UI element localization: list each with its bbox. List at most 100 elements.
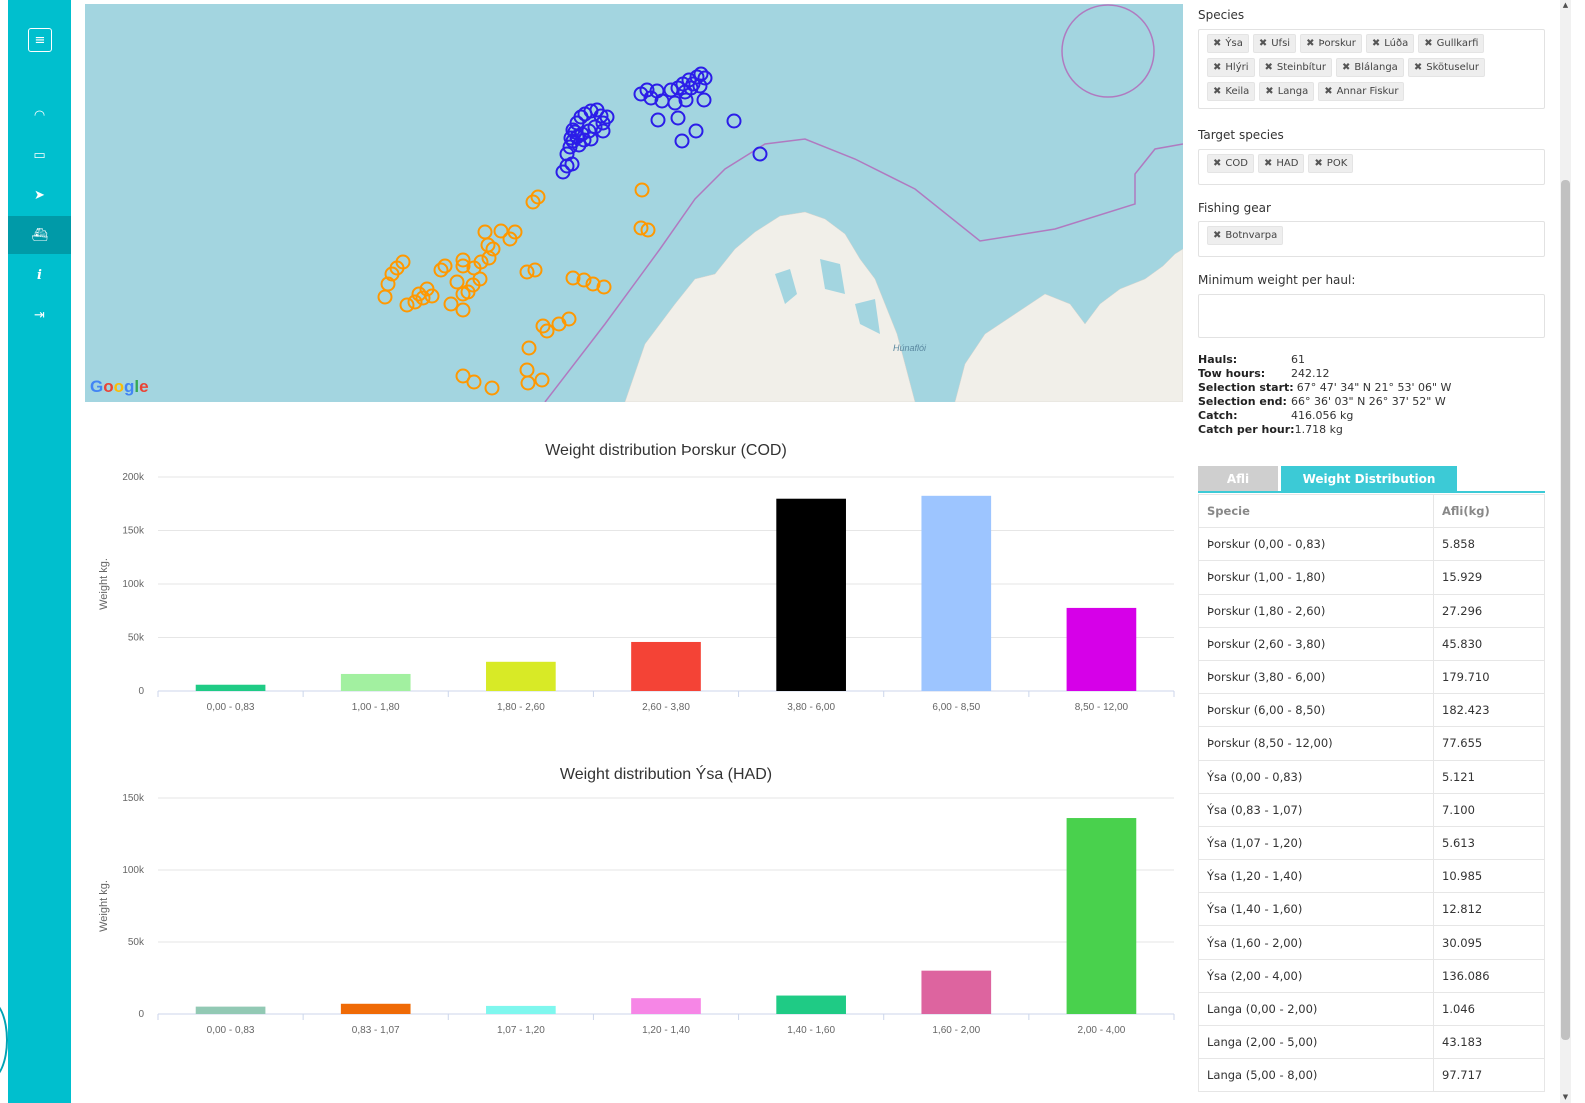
tag-chip[interactable]: ✖ Gullkarfi — [1418, 34, 1485, 53]
tag-chip[interactable]: ✖ Skötuselur — [1407, 58, 1485, 77]
haul-marker[interactable] — [443, 296, 459, 312]
column-header-specie[interactable]: Specie — [1198, 493, 1434, 529]
haul-marker[interactable] — [670, 110, 686, 126]
haul-marker[interactable] — [477, 224, 493, 240]
tag-chip[interactable]: ✖ Hlýri — [1207, 58, 1255, 77]
haul-marker[interactable] — [688, 123, 704, 139]
remove-tag-icon[interactable]: ✖ — [1259, 38, 1267, 49]
bar[interactable] — [340, 673, 411, 691]
page-scrollbar[interactable]: ▲ ▼ — [1560, 0, 1571, 1103]
cell-afli: 136.086 — [1433, 958, 1545, 993]
nav-info[interactable]: i — [8, 256, 71, 294]
tag-chip[interactable]: ✖ Keila — [1207, 82, 1256, 101]
remove-tag-icon[interactable]: ✖ — [1265, 86, 1273, 97]
bar[interactable] — [921, 970, 992, 1014]
tag-chip[interactable]: ✖ COD — [1207, 154, 1254, 173]
remove-tag-icon[interactable]: ✖ — [1213, 230, 1221, 241]
remove-tag-icon[interactable]: ✖ — [1324, 86, 1332, 97]
haul-marker[interactable] — [455, 302, 471, 318]
bar[interactable] — [486, 661, 556, 691]
haul-marker[interactable] — [634, 182, 650, 198]
bar[interactable] — [776, 995, 846, 1014]
remove-tag-icon[interactable]: ✖ — [1306, 38, 1314, 49]
haul-marker[interactable] — [726, 113, 742, 129]
scroll-thumb[interactable] — [1561, 180, 1570, 1040]
bar[interactable] — [921, 495, 992, 691]
tag-chip[interactable]: ✖ HAD — [1257, 154, 1305, 173]
cell-specie: Þorskur (2,60 - 3,80) — [1198, 626, 1434, 661]
target-species-select[interactable]: ✖ COD ✖ HAD ✖ POK — [1198, 149, 1545, 185]
column-header-afli[interactable]: Afli(kg) — [1433, 493, 1545, 529]
bar[interactable] — [486, 1005, 556, 1014]
remove-tag-icon[interactable]: ✖ — [1264, 158, 1272, 169]
remove-tag-icon[interactable]: ✖ — [1314, 158, 1322, 169]
haul-marker[interactable] — [696, 92, 712, 108]
species-select[interactable]: ✖ Ýsa ✖ Ufsi ✖ Þorskur ✖ Lúða ✖ Gullkarfi✖ Hlýri ✖ S… — [1198, 29, 1545, 109]
bar[interactable] — [340, 1003, 411, 1014]
tag-chip[interactable]: ✖ Ufsi — [1252, 34, 1297, 53]
tab-afli[interactable]: Afli — [1198, 466, 1278, 491]
remove-tag-icon[interactable]: ✖ — [1414, 62, 1422, 73]
haul-marker[interactable] — [407, 294, 423, 310]
haul-marker[interactable] — [449, 274, 465, 290]
cell-afli: 12.812 — [1433, 892, 1545, 927]
haul-marker[interactable] — [674, 133, 690, 149]
nav-send[interactable]: ➤ — [8, 176, 71, 214]
nav-calendar[interactable]: ▭ — [8, 136, 71, 174]
tab-weight-distribution[interactable]: Weight Distribution — [1281, 466, 1457, 491]
tag-chip[interactable]: ✖ Ýsa — [1207, 34, 1249, 53]
tag-chip[interactable]: ✖ Blálanga — [1335, 58, 1404, 77]
haul-marker[interactable] — [377, 289, 393, 305]
haul-marker[interactable] — [752, 146, 768, 162]
map-canvas[interactable] — [85, 4, 1183, 402]
remove-tag-icon[interactable]: ✖ — [1424, 38, 1432, 49]
haul-marker[interactable] — [484, 380, 500, 396]
nav-logout[interactable]: ⇥ — [8, 296, 71, 334]
remove-tag-icon[interactable]: ✖ — [1372, 38, 1380, 49]
haul-markers-blue[interactable] — [555, 66, 768, 180]
tag-label: Keila — [1225, 86, 1250, 97]
haul-marker[interactable] — [527, 262, 543, 278]
nav-ship[interactable]: ⛴ — [8, 216, 71, 254]
x-tick-label: 1,60 - 2,00 — [932, 1025, 980, 1036]
haul-marker[interactable] — [466, 374, 482, 390]
remove-tag-icon[interactable]: ✖ — [1213, 158, 1221, 169]
tag-chip[interactable]: ✖ Þorskur — [1300, 34, 1362, 53]
fishing-gear-select[interactable]: ✖ Botnvarpa — [1198, 221, 1545, 257]
haul-marker[interactable] — [650, 112, 666, 128]
remove-tag-icon[interactable]: ✖ — [1265, 62, 1273, 73]
haul-marker[interactable] — [519, 362, 535, 378]
bar[interactable] — [631, 998, 701, 1014]
cell-afli: 45.830 — [1433, 626, 1545, 661]
haul-marker[interactable] — [399, 297, 415, 313]
bar[interactable] — [195, 1006, 266, 1014]
haul-marker[interactable] — [595, 123, 611, 139]
tag-chip[interactable]: ✖ POK — [1308, 154, 1354, 173]
map[interactable]: Húnaflói Google — [85, 4, 1183, 402]
min-weight-input[interactable] — [1198, 294, 1545, 338]
haul-marker[interactable] — [521, 340, 537, 356]
tag-chip[interactable]: ✖ Langa — [1259, 82, 1315, 101]
haul-marker[interactable] — [520, 375, 536, 391]
bar[interactable] — [1066, 607, 1137, 691]
scroll-down-icon[interactable]: ▼ — [1560, 1092, 1571, 1103]
tag-chip[interactable]: ✖ Lúða — [1365, 34, 1415, 53]
nav-dashboard[interactable]: ◠ — [8, 96, 71, 134]
haul-markers-orange[interactable] — [377, 182, 656, 396]
hamburger-menu-icon[interactable]: ≡ — [28, 28, 52, 52]
bar[interactable] — [631, 641, 701, 691]
scroll-up-icon[interactable]: ▲ — [1560, 0, 1571, 11]
remove-tag-icon[interactable]: ✖ — [1213, 62, 1221, 73]
tag-chip[interactable]: ✖ Botnvarpa — [1207, 226, 1284, 245]
bar[interactable] — [195, 684, 266, 691]
bar[interactable] — [1066, 818, 1137, 1014]
bar[interactable] — [776, 498, 846, 691]
remove-tag-icon[interactable]: ✖ — [1342, 62, 1350, 73]
cell-specie: Ýsa (1,07 - 1,20) — [1198, 825, 1434, 861]
tag-chip[interactable]: ✖ Steinbítur — [1258, 58, 1332, 77]
remove-tag-icon[interactable]: ✖ — [1213, 38, 1221, 49]
tag-chip[interactable]: ✖ Annar Fiskur — [1318, 82, 1405, 101]
x-tick-label: 6,00 - 8,50 — [932, 702, 980, 713]
remove-tag-icon[interactable]: ✖ — [1213, 86, 1221, 97]
haul-marker[interactable] — [534, 372, 550, 388]
